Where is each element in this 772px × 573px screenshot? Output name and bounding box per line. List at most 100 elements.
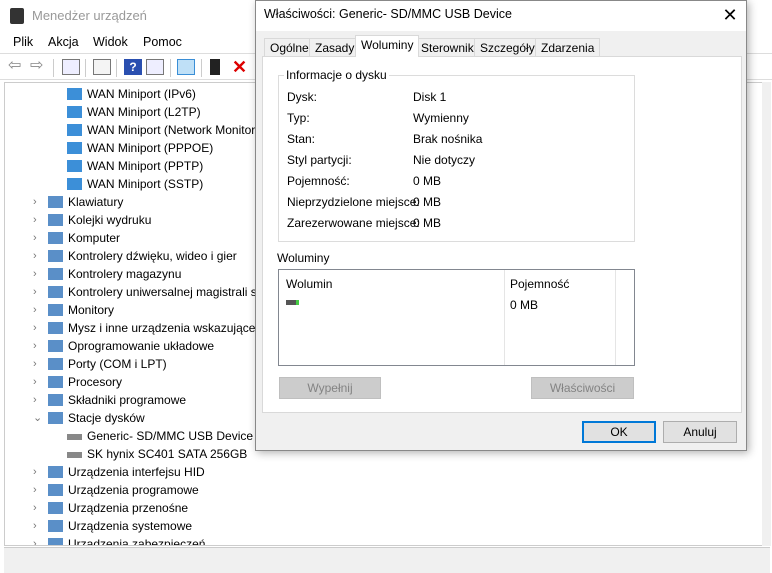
info-value: Wymienny xyxy=(413,111,469,125)
tab-szczegoly[interactable]: Szczegóły xyxy=(474,38,541,57)
device-icon xyxy=(48,394,63,406)
menu-widok[interactable]: Widok xyxy=(93,35,128,49)
volumes-list[interactable]: Wolumin Pojemność 0 MB xyxy=(278,269,635,366)
tree-item[interactable]: › Monitory xyxy=(33,301,114,319)
scan-hardware-icon[interactable] xyxy=(177,59,195,75)
chevron-right-icon[interactable]: › xyxy=(33,337,37,355)
tree-item-label: Urządzenia systemowe xyxy=(68,519,193,533)
chevron-right-icon[interactable]: › xyxy=(33,481,37,499)
ok-button[interactable]: OK xyxy=(582,421,656,443)
properties-icon[interactable] xyxy=(93,59,111,75)
window-title: Menedżer urządzeń xyxy=(32,8,147,23)
tree-item[interactable]: WAN Miniport (IPv6) xyxy=(67,85,196,103)
device-icon xyxy=(67,124,82,136)
chevron-down-icon[interactable]: ⌄ xyxy=(33,409,42,427)
uninstall-icon[interactable]: ✕ xyxy=(232,58,250,76)
tree-item[interactable]: › Klawiatury xyxy=(33,193,123,211)
tree-item[interactable]: › Oprogramowanie układowe xyxy=(33,337,215,355)
volume-properties-button[interactable]: Właściwości xyxy=(531,377,634,399)
tab-woluminy[interactable]: Woluminy xyxy=(355,35,420,57)
show-hide-tree-icon[interactable] xyxy=(62,59,80,75)
tree-item[interactable]: WAN Miniport (Network Monitor) xyxy=(67,121,259,139)
tree-item[interactable]: Generic- SD/MMC USB Device xyxy=(67,427,254,445)
chevron-right-icon[interactable]: › xyxy=(33,517,37,535)
chevron-right-icon[interactable]: › xyxy=(33,535,37,545)
tree-item[interactable]: › Kontrolery magazynu xyxy=(33,265,181,283)
tree-item-label: Stacje dysków xyxy=(68,411,145,425)
tree-item-label: Kolejki wydruku xyxy=(68,213,152,227)
device-icon xyxy=(67,88,82,100)
chevron-right-icon[interactable]: › xyxy=(33,463,37,481)
separator xyxy=(85,59,86,77)
tree-item-label: Generic- SD/MMC USB Device xyxy=(87,429,254,443)
tree-item[interactable]: › Procesory xyxy=(33,373,122,391)
chevron-right-icon[interactable]: › xyxy=(33,211,37,229)
tree-item[interactable]: › Kontrolery dźwięku, wideo i gier xyxy=(33,247,237,265)
tree-item[interactable]: WAN Miniport (L2TP) xyxy=(67,103,201,121)
cancel-button[interactable]: Anuluj xyxy=(663,421,737,443)
tree-scrollbar[interactable] xyxy=(762,82,771,546)
chevron-right-icon[interactable]: › xyxy=(33,391,37,409)
tree-item-label: Komputer xyxy=(68,231,121,245)
forward-icon[interactable]: ⇨ xyxy=(30,58,48,75)
device-icon xyxy=(48,358,63,370)
back-icon[interactable]: ⇦ xyxy=(8,58,26,75)
tree-item[interactable]: › Urządzenia przenośne xyxy=(33,499,189,517)
tree-item[interactable]: › Mysz i inne urządzenia wskazujące xyxy=(33,319,255,337)
menu-akcja[interactable]: Akcja xyxy=(48,35,79,49)
tab-sterownik[interactable]: Sterownik xyxy=(415,38,480,57)
column-header-volume[interactable]: Wolumin xyxy=(286,277,332,291)
chevron-right-icon[interactable]: › xyxy=(33,265,37,283)
tree-item-label: Składniki programowe xyxy=(68,393,187,407)
info-label: Typ: xyxy=(287,111,310,125)
tree-item-label: Oprogramowanie układowe xyxy=(68,339,215,353)
tab-panel: Informacje o dysku Dysk: Disk 1 Typ: Wymien… xyxy=(262,56,742,413)
update-driver-icon[interactable] xyxy=(210,59,220,75)
separator xyxy=(170,59,171,77)
chevron-right-icon[interactable]: › xyxy=(33,247,37,265)
chevron-right-icon[interactable]: › xyxy=(33,355,37,373)
chevron-right-icon[interactable]: › xyxy=(33,301,37,319)
chevron-right-icon[interactable]: › xyxy=(33,229,37,247)
volumes-label: Woluminy xyxy=(277,251,330,265)
column-divider[interactable] xyxy=(615,270,616,365)
tab-ogolne[interactable]: Ogólne xyxy=(264,38,315,57)
tree-item[interactable]: › Składniki programowe xyxy=(33,391,187,409)
tab-zdarzenia[interactable]: Zdarzenia xyxy=(535,38,601,57)
device-icon xyxy=(67,452,82,458)
action-pane-icon[interactable] xyxy=(146,59,164,75)
tree-item[interactable]: › Urządzenia programowe xyxy=(33,481,199,499)
help-icon[interactable]: ? xyxy=(124,59,142,75)
tree-item[interactable]: › Porty (COM i LPT) xyxy=(33,355,167,373)
tree-item[interactable]: WAN Miniport (PPPOE) xyxy=(67,139,213,157)
tree-item[interactable]: › Urządzenia interfejsu HID xyxy=(33,463,205,481)
tree-item[interactable]: › Kolejki wydruku xyxy=(33,211,152,229)
tree-item[interactable]: SK hynix SC401 SATA 256GB xyxy=(67,445,247,463)
drive-icon xyxy=(286,300,299,305)
tree-item[interactable]: › Urządzenia zabezpieczeń xyxy=(33,535,205,545)
chevron-right-icon[interactable]: › xyxy=(33,319,37,337)
tab-zasady[interactable]: Zasady xyxy=(309,38,361,57)
chevron-right-icon[interactable]: › xyxy=(33,373,37,391)
populate-button[interactable]: Wypełnij xyxy=(279,377,381,399)
column-header-capacity[interactable]: Pojemność xyxy=(510,277,569,291)
close-icon[interactable]: ✕ xyxy=(718,3,742,27)
tree-item[interactable]: WAN Miniport (PPTP) xyxy=(67,157,203,175)
menu-pomoc[interactable]: Pomoc xyxy=(143,35,182,49)
chevron-right-icon[interactable]: › xyxy=(33,499,37,517)
chevron-right-icon[interactable]: › xyxy=(33,283,37,301)
tree-item-label: Urządzenia przenośne xyxy=(68,501,189,515)
volume-capacity: 0 MB xyxy=(510,298,539,312)
column-divider[interactable] xyxy=(504,270,505,365)
status-bar xyxy=(4,547,770,573)
info-label: Dysk: xyxy=(287,90,317,104)
tree-item[interactable]: WAN Miniport (SSTP) xyxy=(67,175,203,193)
tree-item[interactable]: › Komputer xyxy=(33,229,121,247)
info-value: Disk 1 xyxy=(413,90,447,104)
chevron-right-icon[interactable]: › xyxy=(33,193,37,211)
tree-item[interactable]: ⌄ Stacje dysków xyxy=(33,409,145,427)
device-icon xyxy=(48,484,63,496)
tree-item[interactable]: › Urządzenia systemowe xyxy=(33,517,193,535)
tree-item-label: Urządzenia programowe xyxy=(68,483,199,497)
menu-plik[interactable]: Plik xyxy=(13,35,33,49)
